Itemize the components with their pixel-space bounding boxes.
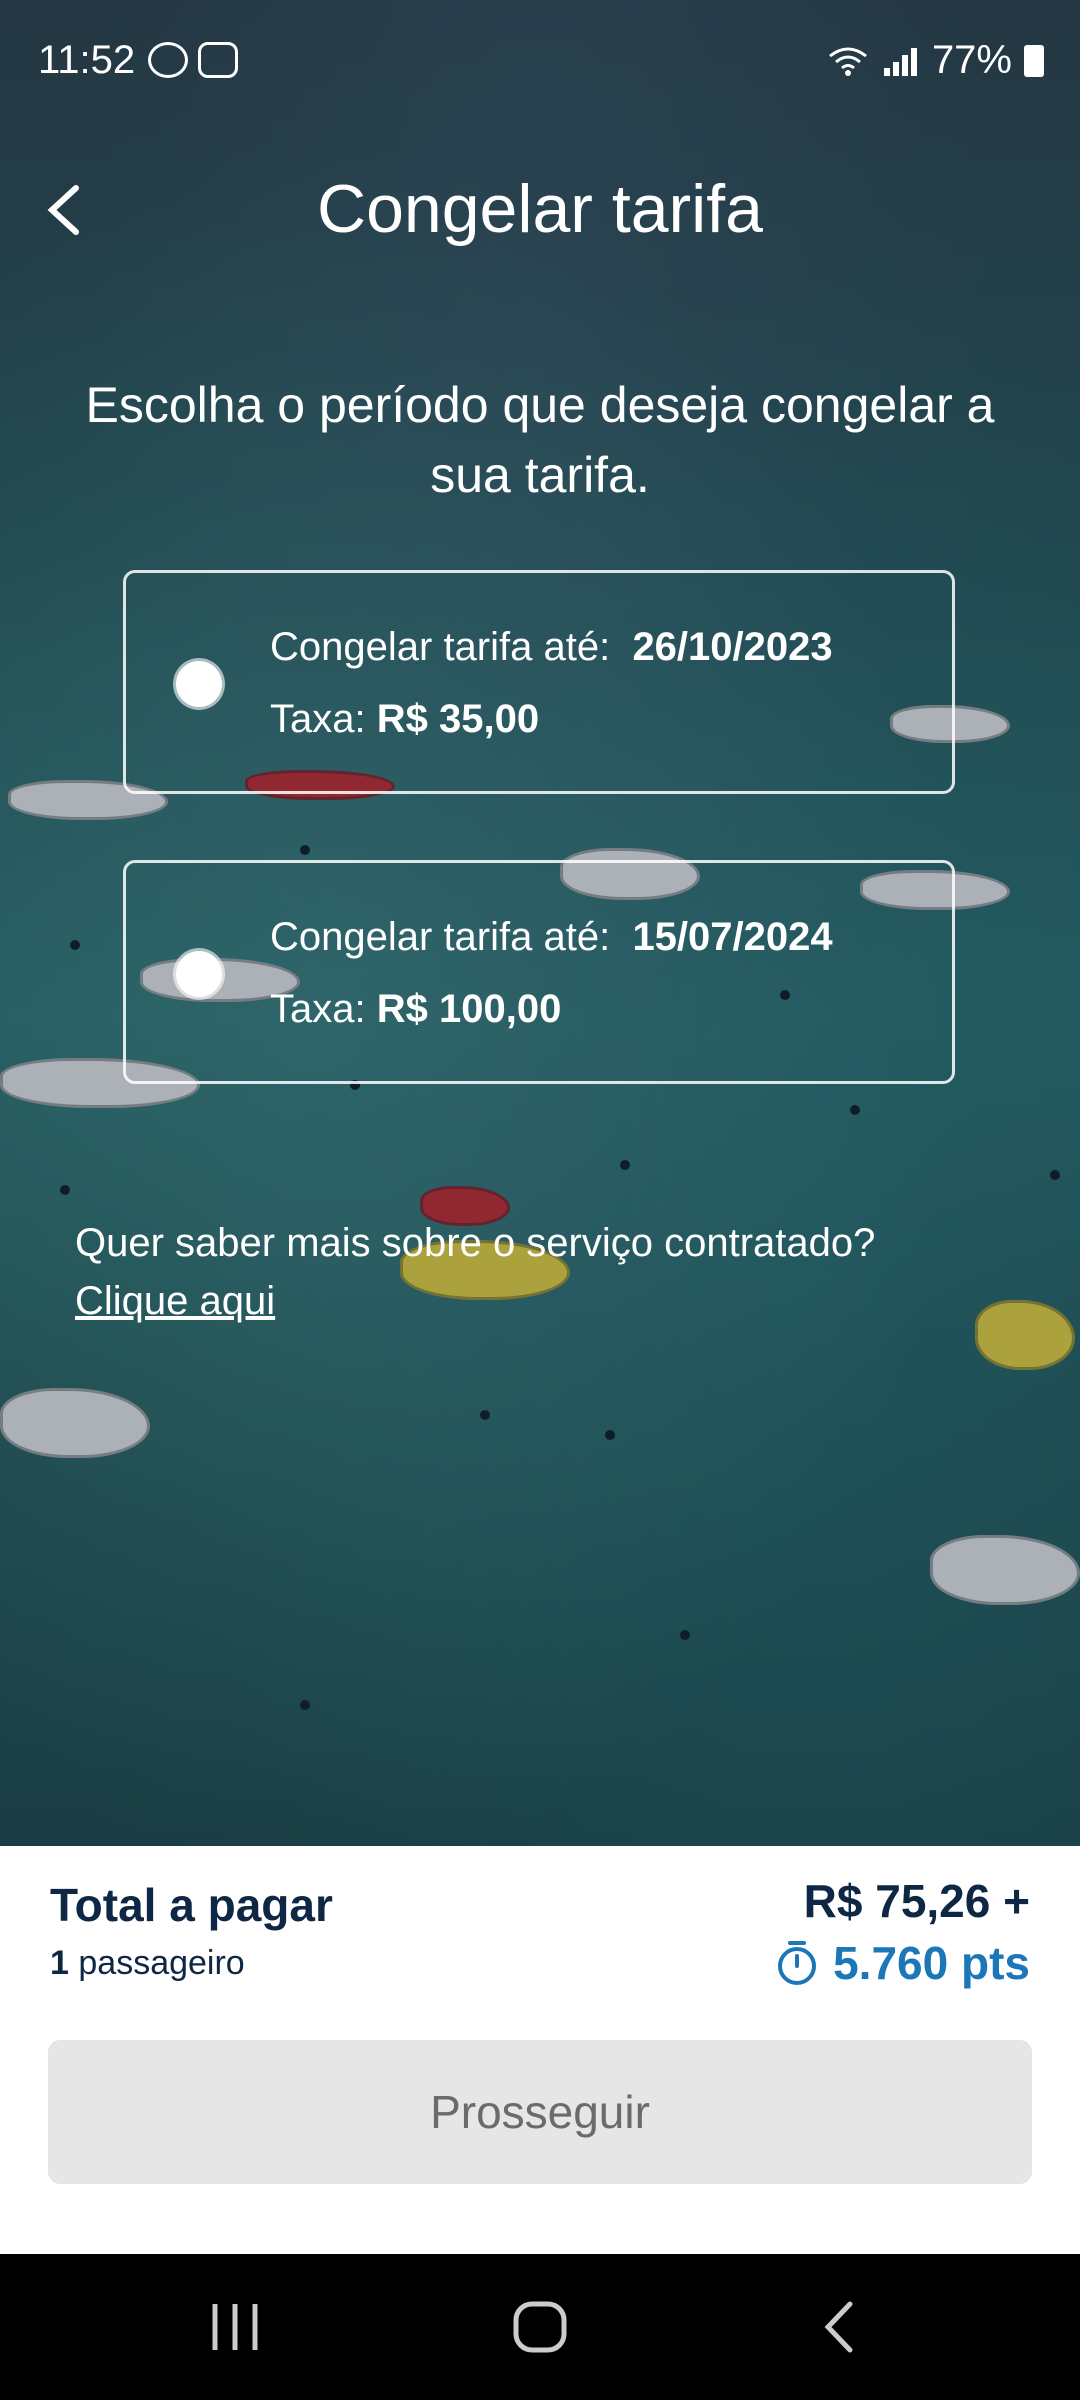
battery-icon [1024,44,1044,77]
fee-label: Taxa: [270,697,366,741]
wifi-icon [829,47,867,76]
page-title: Congelar tarifa [316,171,764,247]
option-label: Congelar tarifa até: [270,625,611,669]
whatsapp-icon [148,42,188,78]
status-time: 11:52 [38,38,136,82]
info-question: Quer saber mais sobre o serviço contrata… [75,1221,876,1265]
total-points: 5.760 pts [775,1936,1030,1990]
home-icon[interactable] [440,2254,640,2400]
status-bar: 11:52 77% [0,0,1080,120]
back-nav-icon[interactable] [740,2254,940,2400]
instruction-text: Escolha o período que deseja congelar a … [85,377,995,503]
passenger-count: 1 passageiro [50,1944,245,1983]
fee-value: R$ 35,00 [376,697,540,741]
learn-more-link[interactable]: Clique aqui [75,1272,875,1330]
freeze-option-1[interactable]: Congelar tarifa até: 26/10/2023 Taxa: R$… [123,570,955,794]
points-value: 5.760 pts [833,1937,1030,1989]
passenger-label: passageiro [78,1944,245,1982]
stopwatch-icon [778,1941,817,1985]
option-date: 26/10/2023 [632,625,833,669]
signal-icon [880,46,920,76]
radio-button[interactable] [176,661,222,707]
radio-button[interactable] [176,951,222,997]
option-date: 15/07/2024 [632,915,833,959]
recents-icon[interactable] [135,2254,335,2400]
system-nav-bar [0,2254,1080,2400]
fee-label: Taxa: [270,987,366,1031]
passenger-number: 1 [50,1944,69,1982]
total-label: Total a pagar [50,1879,333,1931]
battery-percent: 77% [931,38,1012,82]
freeze-option-2[interactable]: Congelar tarifa até: 15/07/2024 Taxa: R$… [123,860,955,1084]
info-section: Quer saber mais sobre o serviço contrata… [75,1214,875,1330]
voicemail-icon [198,42,238,78]
fee-value: R$ 100,00 [376,987,562,1031]
payment-summary-panel: Total a pagar 1 passageiro R$ 75,26 + 5.… [0,1846,1080,2254]
total-price: R$ 75,26 + [803,1875,1030,1927]
proceed-button[interactable]: Prosseguir [48,2040,1032,2184]
option-label: Congelar tarifa até: [270,915,611,959]
